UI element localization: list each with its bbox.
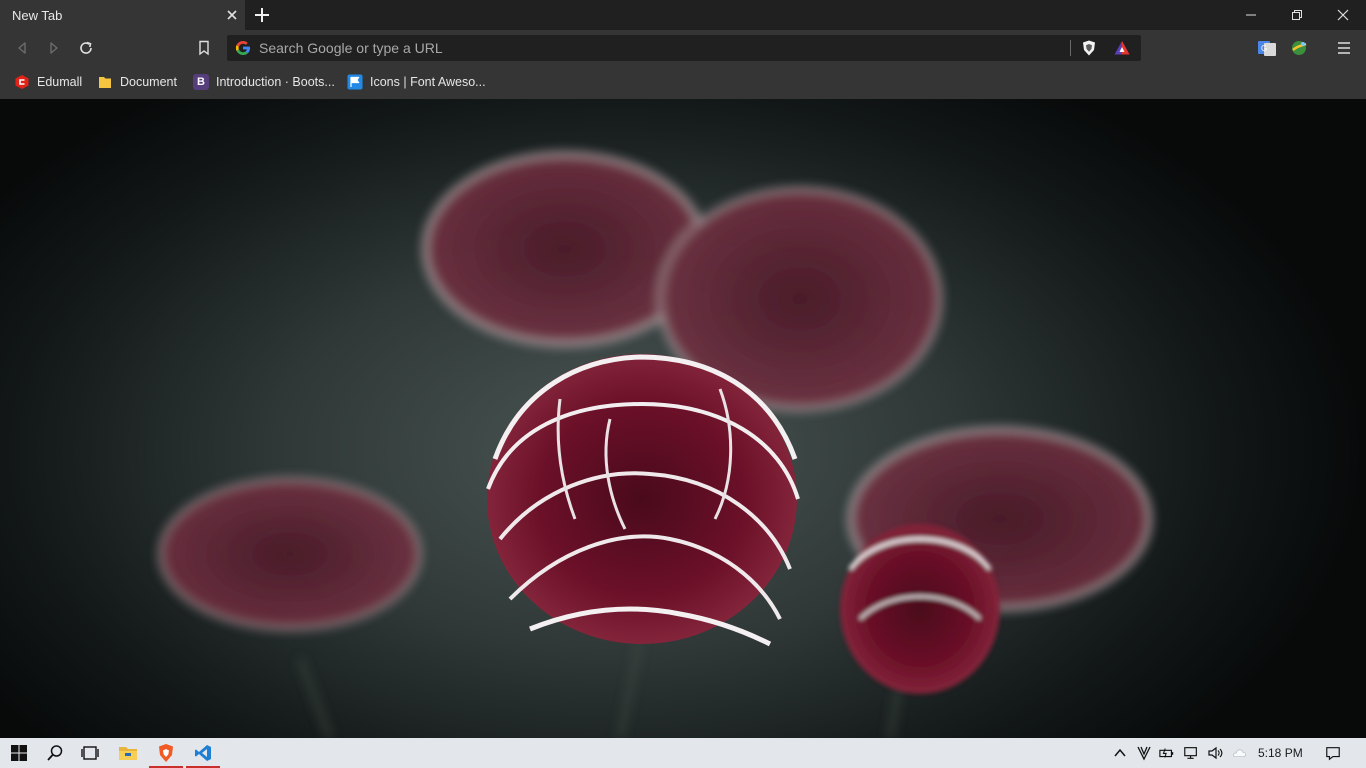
toolbar: G bbox=[0, 30, 1366, 66]
omnibox-input[interactable] bbox=[259, 38, 1059, 58]
frosted-flowers-image bbox=[157, 150, 1153, 738]
windows-taskbar: 5:18 PM bbox=[0, 738, 1366, 768]
tab-new-tab[interactable]: New Tab bbox=[0, 0, 245, 30]
bookmark-page-button[interactable] bbox=[194, 38, 214, 58]
fontawesome-flag-icon bbox=[347, 74, 363, 90]
new-tab-wallpaper bbox=[0, 99, 1366, 738]
onedrive-cloud-icon[interactable] bbox=[1231, 745, 1247, 761]
tab-strip: New Tab bbox=[0, 0, 1366, 30]
close-icon bbox=[1337, 9, 1349, 21]
restore-button[interactable] bbox=[1274, 0, 1320, 30]
file-explorer-icon bbox=[119, 747, 137, 760]
extension-globe-icon[interactable] bbox=[1289, 38, 1309, 58]
forward-button[interactable] bbox=[44, 38, 64, 58]
folder-icon bbox=[97, 74, 113, 90]
minimize-icon bbox=[1246, 14, 1256, 16]
file-explorer-button[interactable] bbox=[109, 738, 147, 768]
browser-window: New Tab Search Google or type a URL G Ed… bbox=[0, 0, 1366, 738]
brave-rewards-icon[interactable] bbox=[1113, 39, 1131, 57]
bookmark-label: Icons | Font Aweso... bbox=[370, 75, 486, 89]
main-flower bbox=[486, 354, 800, 647]
start-button[interactable] bbox=[0, 738, 38, 768]
brave-shields-icon[interactable] bbox=[1080, 39, 1098, 57]
bookmark-icon bbox=[199, 40, 209, 56]
svg-text:G: G bbox=[1261, 44, 1267, 53]
edumall-icon bbox=[14, 74, 30, 90]
battery-icon[interactable] bbox=[1159, 745, 1175, 761]
back-arrow-icon bbox=[18, 42, 26, 54]
reload-button[interactable] bbox=[76, 38, 96, 58]
close-window-button[interactable] bbox=[1320, 0, 1366, 30]
google-translate-icon[interactable]: G bbox=[1257, 38, 1277, 58]
bookmark-label: Introduction · Boots... bbox=[216, 75, 335, 89]
bookmark-fontawesome[interactable]: Icons | Font Aweso... bbox=[347, 71, 486, 93]
taskbar-clock[interactable]: 5:18 PM bbox=[1258, 746, 1303, 760]
tab-title: New Tab bbox=[12, 8, 63, 23]
windows-start-icon bbox=[11, 745, 27, 761]
bookmark-bootstrap[interactable]: B Introduction · Boots... bbox=[193, 71, 335, 93]
task-view-icon bbox=[81, 746, 99, 760]
action-center-icon[interactable] bbox=[1325, 745, 1341, 761]
network-icon[interactable] bbox=[1183, 745, 1199, 761]
vpn-tray-icon[interactable] bbox=[1136, 745, 1152, 761]
new-tab-icon[interactable] bbox=[253, 6, 271, 24]
bookmark-label: Edumall bbox=[37, 75, 83, 89]
bookmark-label: Document bbox=[120, 75, 177, 89]
bookmarks-bar: Edumall Document B Introduction · Boots.… bbox=[0, 66, 1366, 99]
brave-taskbar-button[interactable] bbox=[147, 738, 185, 768]
reload-icon bbox=[80, 41, 92, 54]
address-bar[interactable] bbox=[227, 35, 1141, 61]
bootstrap-letter: B bbox=[197, 76, 205, 88]
bootstrap-icon: B bbox=[193, 74, 209, 90]
google-icon bbox=[235, 40, 251, 56]
restore-icon bbox=[1292, 10, 1302, 20]
brave-browser-icon bbox=[159, 744, 173, 762]
bookmark-document[interactable]: Document bbox=[97, 71, 177, 93]
close-tab-icon[interactable] bbox=[224, 7, 240, 23]
vscode-taskbar-button[interactable] bbox=[184, 738, 222, 768]
back-button[interactable] bbox=[12, 38, 32, 58]
vscode-icon bbox=[195, 745, 211, 761]
taskbar-search-button[interactable] bbox=[36, 738, 74, 768]
minimize-button[interactable] bbox=[1228, 0, 1274, 30]
search-icon bbox=[47, 745, 63, 761]
menu-hamburger-icon[interactable] bbox=[1334, 38, 1354, 58]
task-view-button[interactable] bbox=[71, 738, 109, 768]
omnibox-divider bbox=[1070, 40, 1071, 56]
show-hidden-icons-icon[interactable] bbox=[1112, 745, 1128, 761]
bookmark-edumall[interactable]: Edumall bbox=[14, 71, 82, 93]
forward-arrow-icon bbox=[50, 42, 58, 54]
volume-icon[interactable] bbox=[1207, 745, 1223, 761]
